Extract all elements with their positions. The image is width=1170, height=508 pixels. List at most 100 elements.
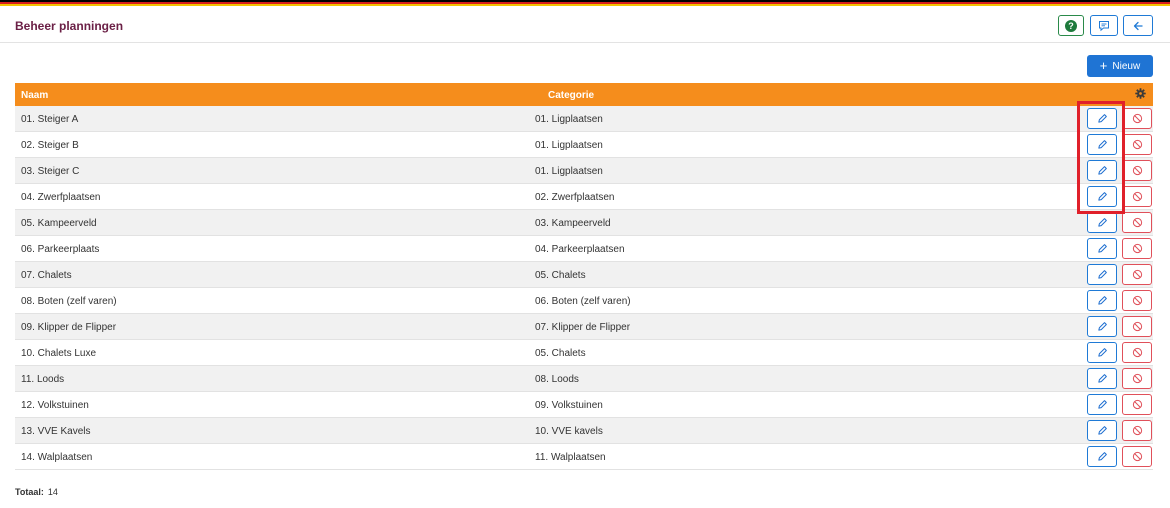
new-button-label: Nieuw [1112,60,1141,72]
ban-icon [1132,425,1142,436]
ban-icon [1132,165,1142,176]
cell-categorie: 11. Walplaatsen [535,452,606,463]
table-row: 13. VVE Kavels 10. VVE kavels [15,418,1153,444]
ban-icon [1132,373,1142,384]
total-label: Totaal: [15,487,44,497]
planning-table: Naam Categorie 01. Steiger A 01. Ligplaa… [15,83,1153,470]
cell-naam: 07. Chalets [21,270,72,281]
pencil-icon [1097,140,1107,149]
cell-categorie: 10. VVE kavels [535,426,603,437]
table-row: 03. Steiger C 01. Ligplaatsen [15,158,1153,184]
cell-naam: 08. Boten (zelf varen) [21,296,117,307]
table-row: 11. Loods 08. Loods [15,366,1153,392]
pencil-icon [1097,244,1107,253]
edit-button[interactable] [1087,290,1117,311]
cell-naam: 14. Walplaatsen [21,452,93,463]
cell-naam: 12. Volkstuinen [21,400,89,411]
table-row: 14. Walplaatsen 11. Walplaatsen [15,444,1153,470]
help-button[interactable]: ? [1058,15,1084,36]
delete-button[interactable] [1122,368,1152,389]
comment-icon [1099,20,1109,31]
table-row: 01. Steiger A 01. Ligplaatsen [15,106,1153,132]
table-row: 12. Volkstuinen 09. Volkstuinen [15,392,1153,418]
edit-button[interactable] [1087,134,1117,155]
total-value: 14 [47,487,58,497]
column-settings-button[interactable] [1135,88,1146,102]
ban-icon [1132,321,1142,332]
ban-icon [1132,269,1142,280]
edit-button[interactable] [1087,264,1117,285]
edit-button[interactable] [1087,238,1117,259]
cell-categorie: 01. Ligplaatsen [535,114,603,125]
delete-button[interactable] [1122,446,1152,467]
cell-categorie: 01. Ligplaatsen [535,166,603,177]
edit-button[interactable] [1087,342,1117,363]
pencil-icon [1097,400,1107,409]
cell-naam: 11. Loods [21,374,65,385]
cell-categorie: 04. Parkeerplaatsen [535,244,625,255]
table-row: 08. Boten (zelf varen) 06. Boten (zelf v… [15,288,1153,314]
cell-naam: 13. VVE Kavels [21,426,91,437]
total-count: Totaal: 14 [15,487,58,497]
arrow-left-icon [1133,21,1143,30]
cell-naam: 05. Kampeerveld [21,218,97,229]
delete-button[interactable] [1122,264,1152,285]
edit-button[interactable] [1087,160,1117,181]
ban-icon [1132,243,1142,254]
pencil-icon [1097,452,1107,461]
cell-categorie: 02. Zwerfplaatsen [535,192,615,203]
edit-button[interactable] [1087,368,1117,389]
edit-button[interactable] [1087,394,1117,415]
delete-button[interactable] [1122,160,1152,181]
delete-button[interactable] [1122,394,1152,415]
ban-icon [1132,113,1142,124]
cell-categorie: 05. Chalets [535,270,586,281]
delete-button[interactable] [1122,134,1152,155]
delete-button[interactable] [1122,212,1152,233]
cell-naam: 06. Parkeerplaats [21,244,100,255]
table-row: 02. Steiger B 01. Ligplaatsen [15,132,1153,158]
table-body: 01. Steiger A 01. Ligplaatsen 02. Steige… [15,106,1153,470]
pencil-icon [1097,218,1107,227]
feedback-button[interactable] [1090,15,1118,36]
ban-icon [1132,399,1142,410]
delete-button[interactable] [1122,316,1152,337]
cell-categorie: 09. Volkstuinen [535,400,603,411]
cell-categorie: 01. Ligplaatsen [535,140,603,151]
help-icon: ? [1065,19,1077,32]
cell-naam: 04. Zwerfplaatsen [21,192,101,203]
plus-icon: + [1099,58,1108,73]
new-planning-button[interactable]: + Nieuw [1087,55,1153,77]
ban-icon [1132,295,1142,306]
delete-button[interactable] [1122,238,1152,259]
gear-icon [1135,88,1146,99]
edit-button[interactable] [1087,108,1117,129]
ban-icon [1132,191,1142,202]
delete-button[interactable] [1122,420,1152,441]
cell-naam: 09. Klipper de Flipper [21,322,117,333]
edit-button[interactable] [1087,316,1117,337]
edit-button[interactable] [1087,186,1117,207]
pencil-icon [1097,348,1107,357]
table-row: 06. Parkeerplaats 04. Parkeerplaatsen [15,236,1153,262]
pencil-icon [1097,374,1107,383]
delete-button[interactable] [1122,108,1152,129]
table-header: Naam Categorie [15,83,1153,106]
delete-button[interactable] [1122,342,1152,363]
pencil-icon [1097,166,1107,175]
ban-icon [1132,347,1142,358]
pencil-icon [1097,296,1107,305]
edit-button[interactable] [1087,212,1117,233]
cell-categorie: 08. Loods [535,374,579,385]
back-button[interactable] [1123,15,1153,36]
edit-button[interactable] [1087,446,1117,467]
cell-categorie: 05. Chalets [535,348,586,359]
column-header-categorie[interactable]: Categorie [548,90,594,101]
page-header: Beheer planningen ? [0,6,1170,43]
delete-button[interactable] [1122,290,1152,311]
delete-button[interactable] [1122,186,1152,207]
column-header-naam[interactable]: Naam [21,90,48,101]
pencil-icon [1097,322,1107,331]
pencil-icon [1097,114,1107,123]
edit-button[interactable] [1087,420,1117,441]
